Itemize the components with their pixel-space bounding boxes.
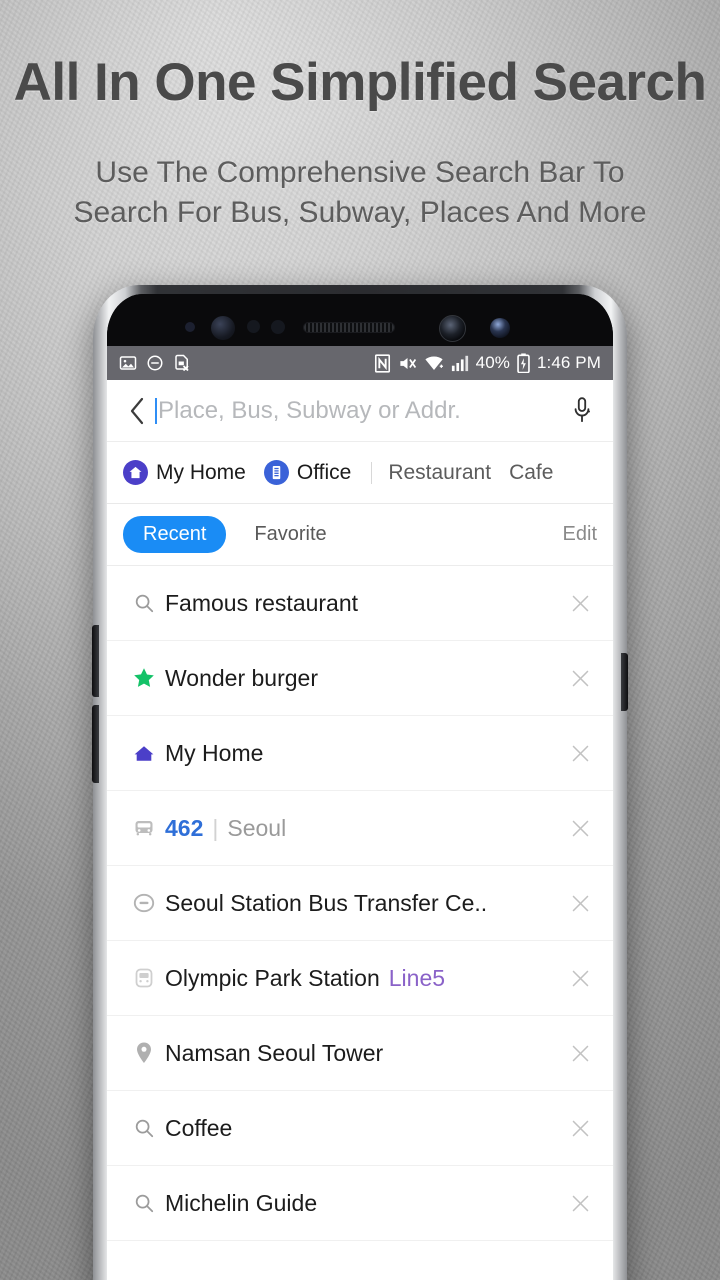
microphone-icon[interactable] <box>565 396 599 426</box>
quick-chip-my-home[interactable]: My Home <box>123 460 246 485</box>
close-icon[interactable] <box>563 743 597 764</box>
phone-glass: 40% 1:46 PM Place, Bus, Subway or Addr. … <box>107 294 613 1280</box>
phone-screen: 40% 1:46 PM Place, Bus, Subway or Addr. … <box>107 346 613 1280</box>
phone-top-bezel <box>107 294 613 346</box>
close-icon[interactable] <box>563 1043 597 1064</box>
list-item-label: Wonder burger <box>165 664 318 691</box>
light-sensor-icon <box>247 320 260 333</box>
do-not-disturb-icon <box>146 354 164 372</box>
iris-scanner-icon <box>211 316 235 340</box>
promo-subline-line2: Search For Bus, Subway, Places And More <box>73 196 647 230</box>
promo-headline: All In One Simplified Search <box>13 53 707 112</box>
close-icon[interactable] <box>563 893 597 914</box>
quick-chip-divider <box>371 461 373 484</box>
building-icon <box>263 460 289 485</box>
close-icon[interactable] <box>563 593 597 614</box>
close-icon[interactable] <box>563 668 597 689</box>
quick-access-bar: My Home Office Restaurant Cafe <box>107 442 613 504</box>
close-icon[interactable] <box>563 1193 597 1214</box>
volume-down-button[interactable] <box>92 705 99 783</box>
wifi-icon <box>424 354 444 372</box>
search-icon <box>123 592 165 614</box>
subway-line-badge: Line5 <box>388 964 446 991</box>
home-icon <box>123 741 165 765</box>
bus-icon <box>123 816 165 840</box>
list-item-label: 462 | Seoul <box>165 815 286 842</box>
signal-icon <box>451 354 469 372</box>
ir-led-icon <box>271 320 285 334</box>
list-item[interactable]: Wonder burger <box>107 641 613 716</box>
map-pin-icon <box>123 1041 165 1065</box>
clock-label: 1:46 PM <box>536 353 601 372</box>
list-item[interactable]: Coffee <box>107 1091 613 1166</box>
station-name: Olympic Park Station <box>165 964 380 991</box>
bus-number: 462 <box>165 814 204 841</box>
quick-chip-label: Office <box>296 460 352 484</box>
star-icon <box>123 666 165 690</box>
image-icon <box>119 354 137 372</box>
back-chevron-icon[interactable] <box>121 396 155 426</box>
sim-card-off-icon <box>173 354 191 372</box>
edit-button[interactable]: Edit <box>563 523 597 546</box>
list-item-label: Famous restaurant <box>165 589 359 616</box>
recent-list: Famous restaurant Wonder burger My Home … <box>107 566 613 1241</box>
tab-favorite[interactable]: Favorite <box>254 523 326 546</box>
list-item-label: Coffee <box>165 1114 233 1141</box>
bus-region: Seoul <box>227 814 287 841</box>
bus-stop-icon <box>123 891 165 915</box>
nfc-icon <box>374 353 391 373</box>
mute-icon <box>398 354 417 373</box>
phone-mockup: 40% 1:46 PM Place, Bus, Subway or Addr. … <box>92 285 628 1280</box>
tab-recent[interactable]: Recent <box>123 516 227 553</box>
battery-percent-label: 40% <box>475 353 510 372</box>
quick-chip-label: Cafe <box>509 460 554 484</box>
list-item[interactable]: My Home <box>107 716 613 791</box>
search-bar[interactable]: Place, Bus, Subway or Addr. <box>107 380 613 442</box>
proximity-sensor-icon <box>185 322 195 332</box>
earpiece-speaker-icon <box>303 322 395 333</box>
quick-chip-label: My Home <box>156 460 246 484</box>
list-item[interactable]: Famous restaurant <box>107 566 613 641</box>
list-item[interactable]: Seoul Station Bus Transfer Ce.. <box>107 866 613 941</box>
quick-chip-cafe[interactable]: Cafe <box>509 461 553 485</box>
front-camera-icon <box>439 315 466 342</box>
bus-separator: | <box>212 814 219 841</box>
volume-up-button[interactable] <box>92 625 99 697</box>
list-tabs: Recent Favorite Edit <box>107 504 613 566</box>
list-item[interactable]: 462 | Seoul <box>107 791 613 866</box>
list-item-label: Namsan Seoul Tower <box>165 1039 384 1066</box>
notification-led-icon <box>490 318 510 338</box>
list-item-label: Olympic Park Station Line5 <box>165 965 445 992</box>
search-icon <box>123 1192 165 1214</box>
status-bar: 40% 1:46 PM <box>107 346 613 380</box>
power-button[interactable] <box>621 653 628 711</box>
list-item-label: Seoul Station Bus Transfer Ce.. <box>165 889 488 916</box>
close-icon[interactable] <box>563 818 597 839</box>
list-item-label: Michelin Guide <box>165 1189 318 1216</box>
quick-chip-office[interactable]: Office <box>263 460 352 485</box>
search-input[interactable]: Place, Bus, Subway or Addr. <box>158 397 461 425</box>
close-icon[interactable] <box>563 1118 597 1139</box>
battery-icon <box>517 353 530 373</box>
promo-subline: Use The Comprehensive Search Bar To Sear… <box>0 153 720 234</box>
quick-chip-restaurant[interactable]: Restaurant <box>388 461 491 485</box>
list-item[interactable]: Namsan Seoul Tower <box>107 1016 613 1091</box>
close-icon[interactable] <box>563 968 597 989</box>
quick-chip-label: Restaurant <box>388 460 492 484</box>
subway-icon <box>123 966 165 990</box>
status-bar-right: 40% 1:46 PM <box>374 353 601 373</box>
text-cursor <box>155 397 157 424</box>
status-bar-left <box>119 354 191 372</box>
home-icon <box>123 460 148 485</box>
list-item-label: My Home <box>165 739 264 766</box>
promo-subline-line1: Use The Comprehensive Search Bar To <box>95 155 625 189</box>
list-item[interactable]: Olympic Park Station Line5 <box>107 941 613 1016</box>
promo-text-block: All In One Simplified Search Use The Com… <box>0 0 720 234</box>
list-item[interactable]: Michelin Guide <box>107 1166 613 1241</box>
search-icon <box>123 1117 165 1139</box>
